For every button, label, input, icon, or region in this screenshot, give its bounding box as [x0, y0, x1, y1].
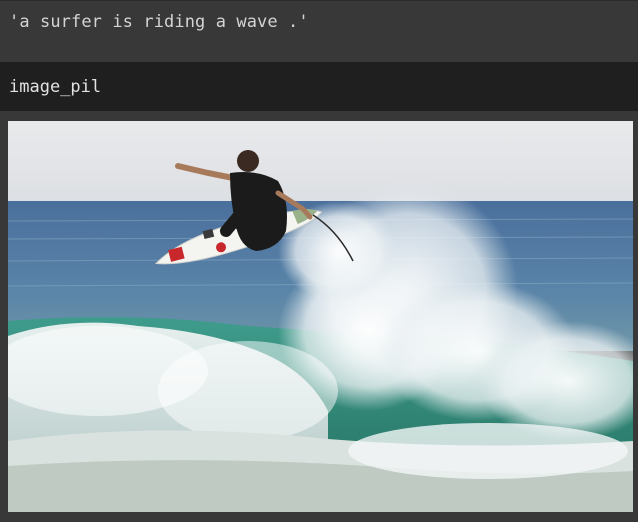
image-variable-label: image_pil [9, 77, 102, 97]
image-label-bar: image_pil [0, 62, 638, 111]
notebook-output: 'a surfer is riding a wave .' image_pil [0, 0, 638, 522]
caption-output-text: 'a surfer is riding a wave .' [9, 12, 309, 32]
image-output-frame [0, 111, 638, 522]
surfer-photo [8, 121, 633, 512]
caption-output-cell: 'a surfer is riding a wave .' [0, 0, 638, 62]
